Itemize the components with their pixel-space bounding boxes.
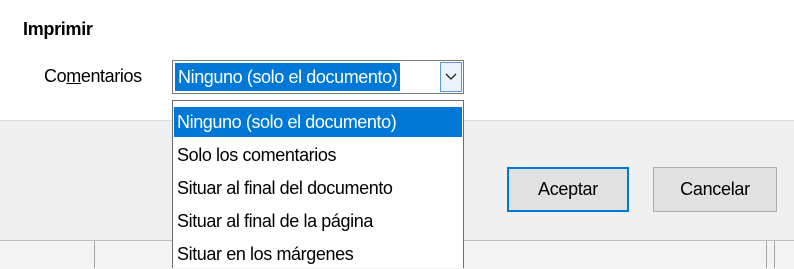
- divider: [94, 241, 95, 268]
- comments-label: Comentarios: [44, 66, 142, 87]
- divider: [774, 241, 775, 268]
- dropdown-option-in-margins[interactable]: Situar en los márgenes: [174, 239, 462, 269]
- ok-button[interactable]: Aceptar: [507, 167, 629, 212]
- section-title: Imprimir: [23, 19, 93, 39]
- divider: [766, 241, 767, 268]
- comments-label-part: Co: [44, 66, 67, 86]
- dropdown-option-end-of-document[interactable]: Situar al final del documento: [174, 173, 462, 203]
- chevron-down-icon[interactable]: [440, 62, 462, 92]
- dropdown-option-none[interactable]: Ninguno (solo el documento): [174, 107, 462, 137]
- comments-combobox[interactable]: Ninguno (solo el documento): [172, 60, 464, 94]
- comments-label-part: entarios: [80, 66, 142, 86]
- comments-combobox-value: Ninguno (solo el documento): [175, 63, 401, 91]
- comments-label-mnemonic: m: [66, 66, 81, 86]
- dropdown-option-only-comments[interactable]: Solo los comentarios: [174, 140, 462, 170]
- dropdown-option-end-of-page[interactable]: Situar al final de la página: [174, 206, 462, 236]
- cancel-button[interactable]: Cancelar: [653, 167, 777, 212]
- comments-dropdown-list: Ninguno (solo el documento) Solo los com…: [172, 100, 464, 268]
